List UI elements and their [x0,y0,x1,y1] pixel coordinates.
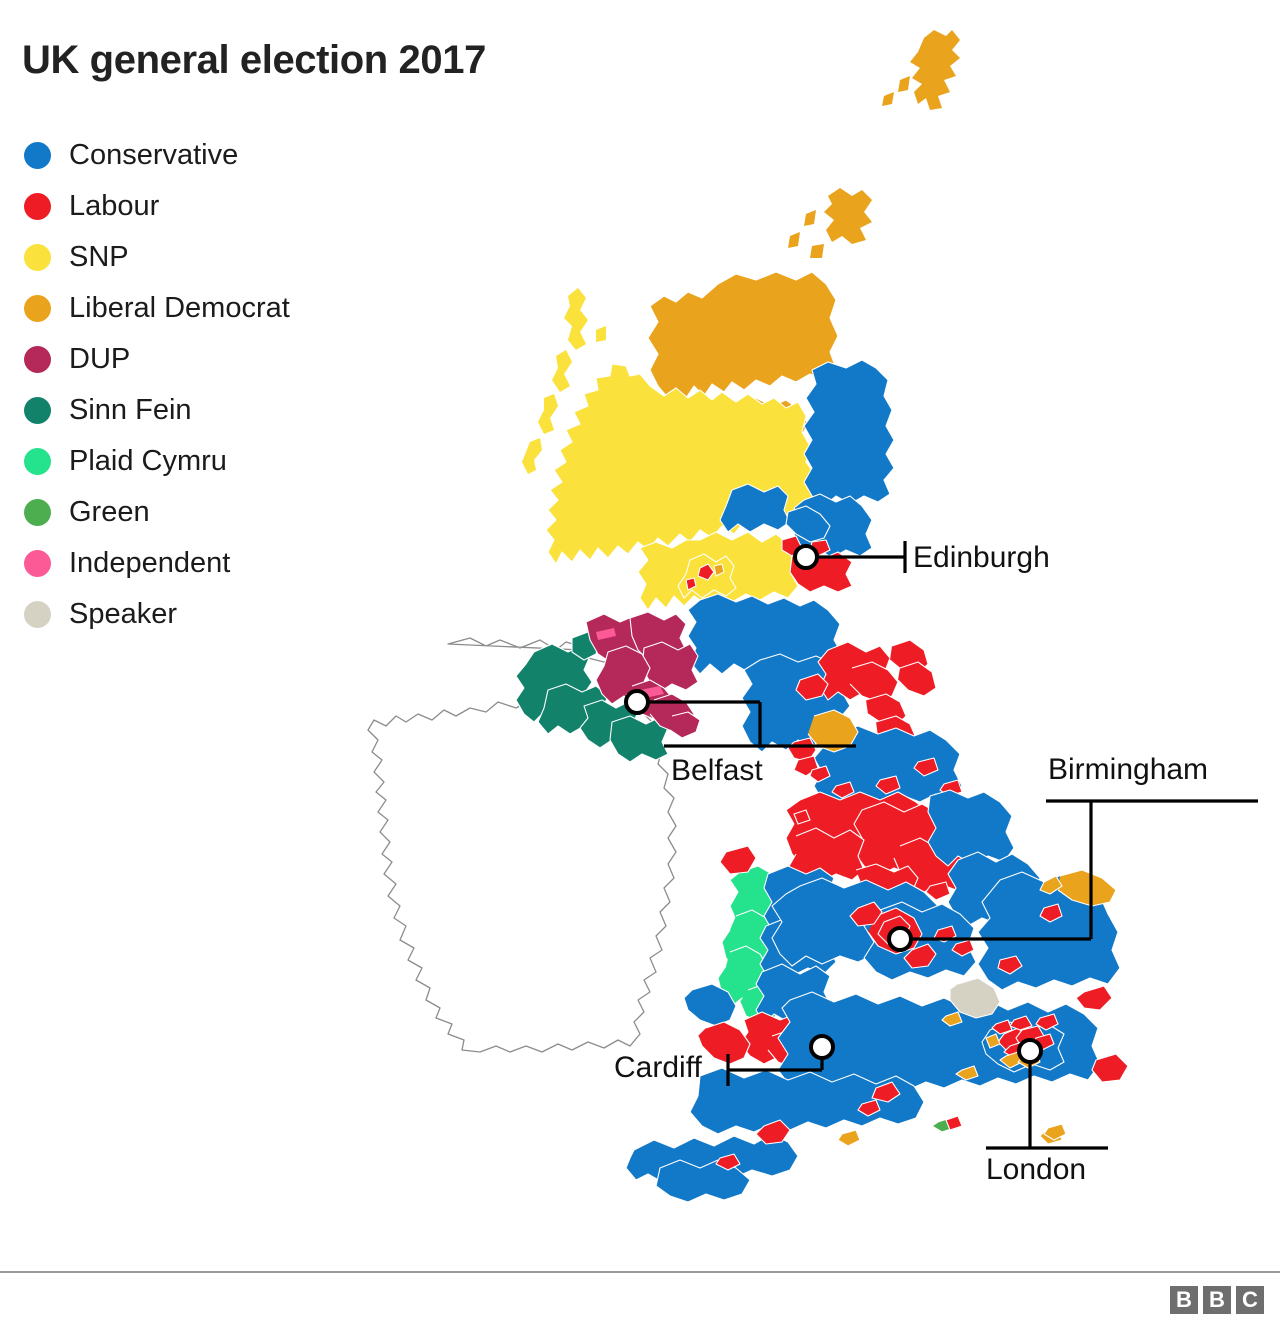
city-label-cardiff: Cardiff [614,1051,702,1084]
city-label-birmingham: Birmingham [1048,753,1209,786]
city-marker-belfast[interactable] [624,689,650,715]
somerset-libdem [837,1129,861,1147]
bbc-logo: B B C [1170,1286,1264,1314]
caithness-sutherland-constituency [647,271,839,399]
aberdeenshire-north-east-scotland [803,359,895,507]
city-marker-birmingham[interactable] [887,926,913,952]
western-isles-north [564,288,588,350]
western-isles-south [538,394,558,434]
north-tyneside-labour [897,661,937,697]
orkney-small-isle [804,210,816,226]
shetland-islands [910,30,960,110]
orkney-islands [824,188,872,244]
orkney-small-isle-3 [810,244,824,258]
footer-divider [0,1271,1280,1273]
city-marker-cardiff[interactable] [809,1034,835,1060]
shetland-small-isle-2 [882,92,894,106]
north-down-dup [669,711,701,739]
city-label-belfast: Belfast [671,754,763,787]
isle-small-1 [596,326,606,342]
scottish-highlands [545,363,819,565]
swansea-llanelli-labour [697,1021,751,1065]
city-label-edinburgh: Edinburgh [913,541,1050,574]
bbc-logo-letter-2: B [1203,1286,1231,1314]
city-marker-edinburgh[interactable] [793,544,819,570]
bbc-logo-letter-3: C [1236,1286,1264,1314]
western-isles-mid [552,350,572,392]
city-marker-london[interactable] [1017,1038,1043,1064]
colchester-area-red [1075,985,1113,1011]
western-isles-barra [522,438,542,474]
city-label-london: London [986,1153,1087,1186]
bbc-logo-letter-1: B [1170,1286,1198,1314]
orkney-small-isle-2 [788,232,800,248]
uk-election-choropleth-map [367,30,1258,1203]
shetland-small-isle [898,76,910,92]
